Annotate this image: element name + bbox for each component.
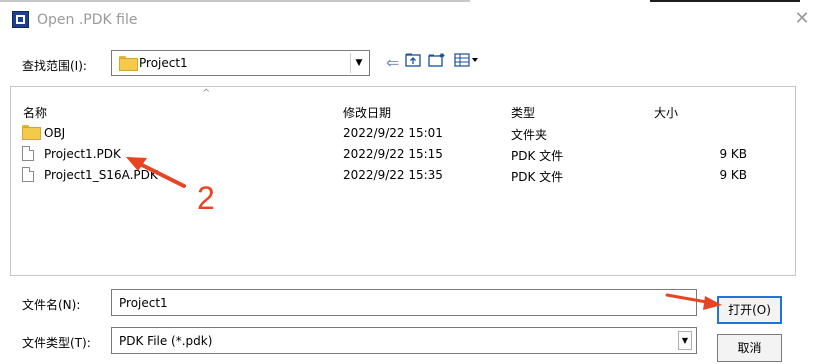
sort-caret-icon: ^ <box>202 88 211 99</box>
view-menu-icon[interactable] <box>454 52 480 74</box>
file-name: OBJ <box>44 126 66 140</box>
new-folder-icon[interactable] <box>428 52 446 74</box>
column-header-type[interactable]: 类型 <box>511 104 535 121</box>
open-button[interactable]: 打开(O) <box>717 296 782 324</box>
filetype-value: PDK File (*.pdk) <box>119 334 213 348</box>
file-size: 9 KB <box>719 147 747 161</box>
cancel-button[interactable]: 取消 <box>717 334 782 362</box>
document-icon <box>22 146 34 161</box>
file-size: 9 KB <box>719 168 747 182</box>
look-in-label: 查找范围(I): <box>22 59 87 73</box>
file-name: Project1_S16A.PDK <box>44 168 158 182</box>
folder-icon <box>119 56 138 71</box>
look-in-dropdown[interactable]: Project1 ▼ <box>111 50 370 76</box>
annotation-number: 2 <box>197 180 215 216</box>
file-date: 2022/9/22 15:15 <box>343 147 443 161</box>
folder-icon <box>22 125 41 140</box>
close-button[interactable]: ✕ <box>789 8 815 30</box>
file-date: 2022/9/22 15:35 <box>343 168 443 182</box>
column-header-name[interactable]: 名称 <box>23 104 47 121</box>
chevron-down-icon[interactable]: ▼ <box>350 53 367 73</box>
file-type: 文件夹 <box>511 128 548 142</box>
filename-label: 文件名(N): <box>22 298 81 312</box>
app-icon <box>12 11 29 28</box>
list-item[interactable]: Project1_S16A.PDK 2022/9/22 15:35 PDK 文件… <box>16 166 747 184</box>
file-name: Project1.PDK <box>44 147 121 161</box>
column-header-date[interactable]: 修改日期 <box>343 104 391 121</box>
filename-value: Project1 <box>119 296 168 310</box>
filetype-label: 文件类型(T): <box>22 336 91 350</box>
list-item[interactable]: OBJ 2022/9/22 15:01 文件夹 <box>16 124 736 142</box>
column-header-size[interactable]: 大小 <box>654 104 678 121</box>
file-type: PDK 文件 <box>511 149 564 163</box>
file-date: 2022/9/22 15:01 <box>343 126 443 140</box>
file-type: PDK 文件 <box>511 170 564 184</box>
title-bar: Open .PDK file ✕ <box>0 2 817 36</box>
up-folder-icon[interactable] <box>405 52 421 74</box>
list-item[interactable]: Project1.PDK 2022/9/22 15:15 PDK 文件 9 KB <box>16 145 747 163</box>
document-icon <box>22 167 34 182</box>
window-title: Open .PDK file <box>37 12 138 28</box>
chevron-down-icon[interactable]: ▼ <box>678 331 692 350</box>
filename-input[interactable]: Project1 <box>111 289 697 316</box>
filetype-dropdown[interactable]: PDK File (*.pdk) ▼ <box>111 327 697 354</box>
look-in-value: Project1 <box>139 56 188 70</box>
back-arrow-icon[interactable]: ⇐ <box>386 52 399 74</box>
